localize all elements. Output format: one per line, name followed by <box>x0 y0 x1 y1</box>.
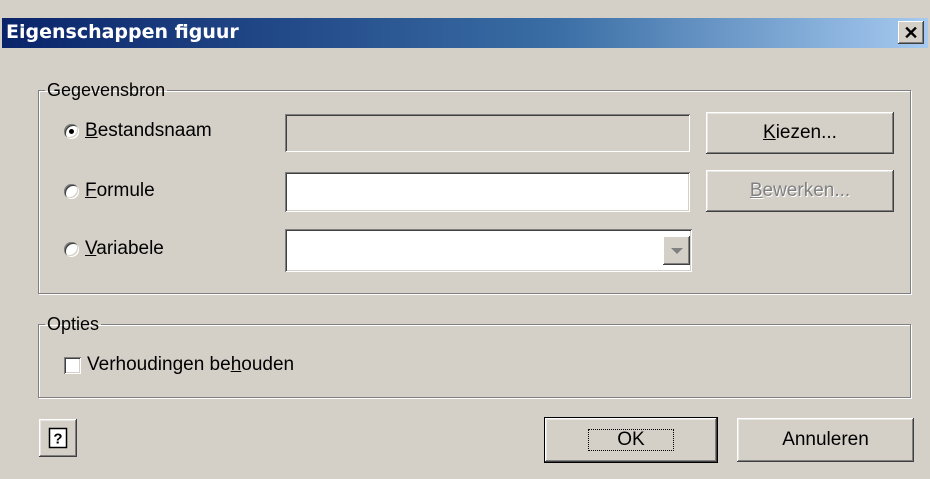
datasource-legend: Gegevensbron <box>47 80 166 100</box>
radio-selected-dot <box>69 128 74 134</box>
ok-button-label: OK <box>588 428 674 452</box>
window-title: Eigenschappen figuur <box>6 21 239 43</box>
cancel-button-label: Annuleren <box>782 429 869 450</box>
close-icon: ✕ <box>903 22 919 43</box>
ok-button[interactable]: OK <box>544 417 718 463</box>
choose-button[interactable]: Kiezen... <box>706 112 894 154</box>
edit-button-label: Bewerken... <box>749 180 851 201</box>
formula-field[interactable] <box>285 172 690 212</box>
radio-formula-label: Formule <box>85 180 155 201</box>
radio-formula[interactable]: Formule <box>64 180 155 202</box>
cancel-button[interactable]: Annuleren <box>737 418 914 462</box>
help-icon: ? <box>48 427 68 449</box>
help-button[interactable]: ? <box>39 419 77 457</box>
keep-ratio-label: Verhoudingen behouden <box>87 354 295 375</box>
keep-ratio-checkbox[interactable]: Verhoudingen behouden <box>64 354 294 376</box>
svg-text:?: ? <box>53 431 62 448</box>
close-button[interactable]: ✕ <box>898 21 924 44</box>
radio-variable-label: Variabele <box>85 238 164 259</box>
radio-filename-circle[interactable] <box>64 123 79 139</box>
variable-dropdown[interactable] <box>285 229 692 272</box>
radio-variable[interactable]: Variabele <box>64 238 164 260</box>
choose-button-label: Kiezen... <box>763 122 837 143</box>
radio-variable-circle[interactable] <box>64 241 79 257</box>
title-bar[interactable]: Eigenschappen figuur ✕ <box>2 18 928 48</box>
chevron-down-icon <box>670 247 683 254</box>
edit-button[interactable]: Bewerken... <box>706 170 894 212</box>
filename-field[interactable] <box>285 114 690 152</box>
keep-ratio-checkbox-box[interactable] <box>64 356 81 374</box>
dialog-window: Eigenschappen figuur ✕ Gegevensbron Best… <box>0 0 930 479</box>
radio-filename[interactable]: Bestandsnaam <box>64 120 212 142</box>
radio-formula-circle[interactable] <box>64 183 79 199</box>
radio-filename-label: Bestandsnaam <box>85 120 212 141</box>
dropdown-arrow-button[interactable] <box>663 236 690 265</box>
options-legend: Opties <box>47 314 100 334</box>
